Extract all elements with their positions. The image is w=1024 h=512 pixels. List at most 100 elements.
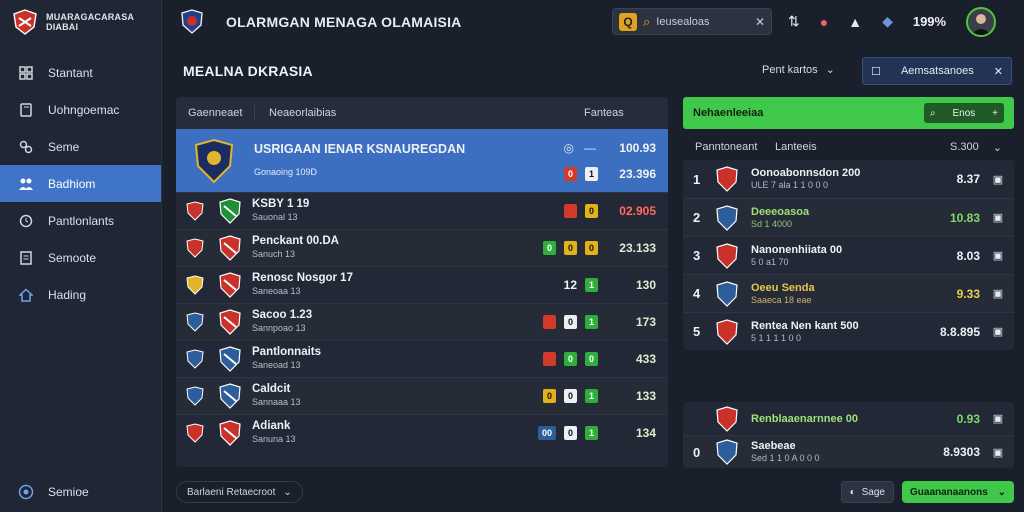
sidebar-item-label: Badhiom <box>48 176 96 191</box>
sidebar-item-label: Semioe <box>48 484 89 499</box>
rank: 0 <box>693 444 701 460</box>
table-row[interactable]: Penckant 00.DA Sanuch 13 0 0 0 23.133 <box>176 229 668 266</box>
right-sub-left: Panntoneant <box>695 141 758 153</box>
column-header-form[interactable]: Fanteas <box>584 107 668 119</box>
sidebar-item-pantlonlants[interactable]: Pantlonlants <box>0 202 161 239</box>
row-action-icon[interactable]: ▣ <box>992 212 1004 224</box>
leaderboard-sub: Saaeca 18 eae <box>751 294 812 305</box>
column-header-team[interactable]: Gaenneaet <box>176 107 254 119</box>
table-row[interactable]: Renosc Nosgor 17 Saneoaa 13 12 1 130 <box>176 266 668 303</box>
search-icon: ⌕ <box>643 13 651 29</box>
house-icon <box>18 287 34 303</box>
filter-icon[interactable]: ⇅ <box>788 13 800 30</box>
avatar[interactable] <box>966 6 997 37</box>
search-placeholder: Ieusealoas <box>656 15 710 28</box>
team-sub: Sauonal 13 <box>252 212 298 222</box>
table-row[interactable]: KSBY 1 19 Sauonal 13 0 02.905 <box>176 192 668 229</box>
leaderboard-row[interactable]: 3 Nanonenhiiata 00 5 0 a1 70 8.03 ▣ <box>683 236 1014 274</box>
filter-dropdown[interactable]: Pent kartos ⌄ <box>762 63 835 77</box>
club-crest-icon <box>186 201 204 221</box>
book-icon <box>18 102 34 118</box>
team-sub: Sannpoao 13 <box>252 323 306 333</box>
card-badge: 0 <box>564 389 577 403</box>
sidebar-item-semoote[interactable]: Semoote <box>0 239 161 276</box>
shirt-icon[interactable]: ▲ <box>848 14 862 30</box>
secondary-button[interactable]: ◐ Sage <box>840 481 894 503</box>
compass-icon: ◎ <box>563 140 574 155</box>
club-crest-icon <box>716 405 738 432</box>
card-badge: 0 <box>564 241 577 255</box>
action-panel[interactable]: ☐ Aemsatsanoes ✕ <box>862 57 1012 85</box>
section-title: MEALNA DKRASIA <box>183 63 313 79</box>
card-badge: 0 <box>564 352 577 366</box>
row-action-icon[interactable]: ▣ <box>992 173 1004 186</box>
row-action-icon[interactable]: ▣ <box>992 288 1004 300</box>
club-crest-icon <box>186 238 204 258</box>
team-sub: Gonaoing 109D <box>254 166 318 177</box>
clear-icon[interactable]: ✕ <box>755 15 765 29</box>
sidebar-item-badhiom[interactable]: Badhiom <box>0 165 161 202</box>
table-row[interactable]: Adiank Sanuna 13 00 0 1 134 <box>176 414 668 451</box>
sidebar-item-stantant[interactable]: Stantant <box>0 54 161 91</box>
team-sub: Saneoaa 13 <box>252 286 301 296</box>
settings-icon <box>18 484 34 500</box>
score: 23.396 <box>619 166 656 181</box>
leaderboard-row[interactable]: 0 Saebeae Sed 1 1 0 A 0 0 0 8.9303 ▣ <box>683 435 1014 468</box>
club-crest-icon <box>186 386 204 406</box>
close-icon[interactable]: ✕ <box>994 65 1003 78</box>
sidebar: MUARAGACARASA DIABAI Stantant Uohngoemac… <box>0 0 162 512</box>
brand-line1: MUARAGACARASA <box>46 12 135 22</box>
club-crest-icon <box>186 275 204 295</box>
leaderboard-name: Oeeu Senda <box>751 281 815 294</box>
chevron-down-icon: ⌄ <box>997 486 1006 498</box>
right-sub-right: S.300 <box>950 141 979 153</box>
filter-label: Pent kartos <box>762 63 818 76</box>
card-badge: 0 <box>564 315 577 329</box>
featured-row[interactable]: USRIGAAN IENAR KSNAUREGDAN Gonaoing 109D… <box>176 129 668 192</box>
card-badge: 0 <box>564 166 577 181</box>
club-crest-icon <box>716 242 738 269</box>
team-name: Caldcit <box>252 383 291 395</box>
right-panel-button-label: Enos <box>952 107 976 119</box>
notification-icon[interactable]: ● <box>820 14 828 30</box>
right-panel-button[interactable]: ⌕ Enos + <box>924 103 1004 123</box>
card-badge: 1 <box>585 426 598 440</box>
row-action-icon[interactable]: ▣ <box>992 446 1004 459</box>
leaderboard-score: 8.8.895 <box>939 324 980 339</box>
leaderboard-row[interactable]: 1 Oonoabonnsdon 200 ULE 7 ala 1 1 0 0 0 8.3… <box>683 160 1014 198</box>
club-crest-icon <box>186 349 204 369</box>
rank: 2 <box>693 210 701 225</box>
leaderboard-row[interactable]: Renblaaenarnnee 00 0.93 ▣ <box>683 402 1014 435</box>
card-badge <box>543 352 556 366</box>
score: 433 <box>635 352 656 366</box>
square-icon: ☐ <box>871 65 881 78</box>
leaderboard-row[interactable]: 5 Rentea Nen kant 500 5 1 1 1 1 0 0 8.8.895… <box>683 312 1014 350</box>
table-row[interactable]: Caldcit Sannaaa 13 0 0 1 133 <box>176 377 668 414</box>
sidebar-item-semioe[interactable]: Semioe <box>0 473 161 510</box>
row-action-icon[interactable]: ▣ <box>992 250 1004 262</box>
brand[interactable]: MUARAGACARASA DIABAI <box>0 0 161 44</box>
right-panel-header: Nehaenleeiaa ⌕ Enos + <box>683 97 1014 129</box>
team-name: Adiank <box>252 420 291 432</box>
column-header-name[interactable]: Neaeorlaibias <box>254 105 584 121</box>
table-row[interactable]: Pantlonnaits Saneoad 13 0 0 433 <box>176 340 668 377</box>
team-name: Renosc Nosgor 17 <box>252 272 353 284</box>
leaderboard-row[interactable]: 4 Oeeu Senda Saaeca 18 eae 9.33 ▣ <box>683 274 1014 312</box>
card-badge: 0 <box>543 241 556 255</box>
sidebar-item-seme[interactable]: Seme <box>0 128 161 165</box>
leaderboard-row[interactable]: 2 Deeeoasoa Sd 1 4000 10.83 ▣ <box>683 198 1014 236</box>
card-badge <box>543 315 556 329</box>
shield-icon[interactable]: ◆ <box>882 13 893 30</box>
search-input[interactable]: Q ⌕ Ieusealoas ✕ <box>612 8 772 35</box>
table-row[interactable]: Sacoo 1.23 Sannpoao 13 0 1 173 <box>176 303 668 340</box>
card-badge: 0 <box>585 241 598 255</box>
chevron-down-icon[interactable]: ⌄ <box>993 141 1002 154</box>
primary-button[interactable]: Guaananaanons ⌄ <box>902 481 1014 503</box>
club-crest-icon <box>186 423 204 443</box>
row-action-icon[interactable]: ▣ <box>992 413 1004 425</box>
club-crest-icon <box>181 9 203 34</box>
sidebar-item-hading[interactable]: Hading <box>0 276 161 313</box>
sidebar-item-uohngoemac[interactable]: Uohngoemac <box>0 91 161 128</box>
footer-dropdown[interactable]: Barlaeni Retaecroot ⌄ <box>176 481 303 503</box>
row-action-icon[interactable]: ▣ <box>992 326 1004 338</box>
